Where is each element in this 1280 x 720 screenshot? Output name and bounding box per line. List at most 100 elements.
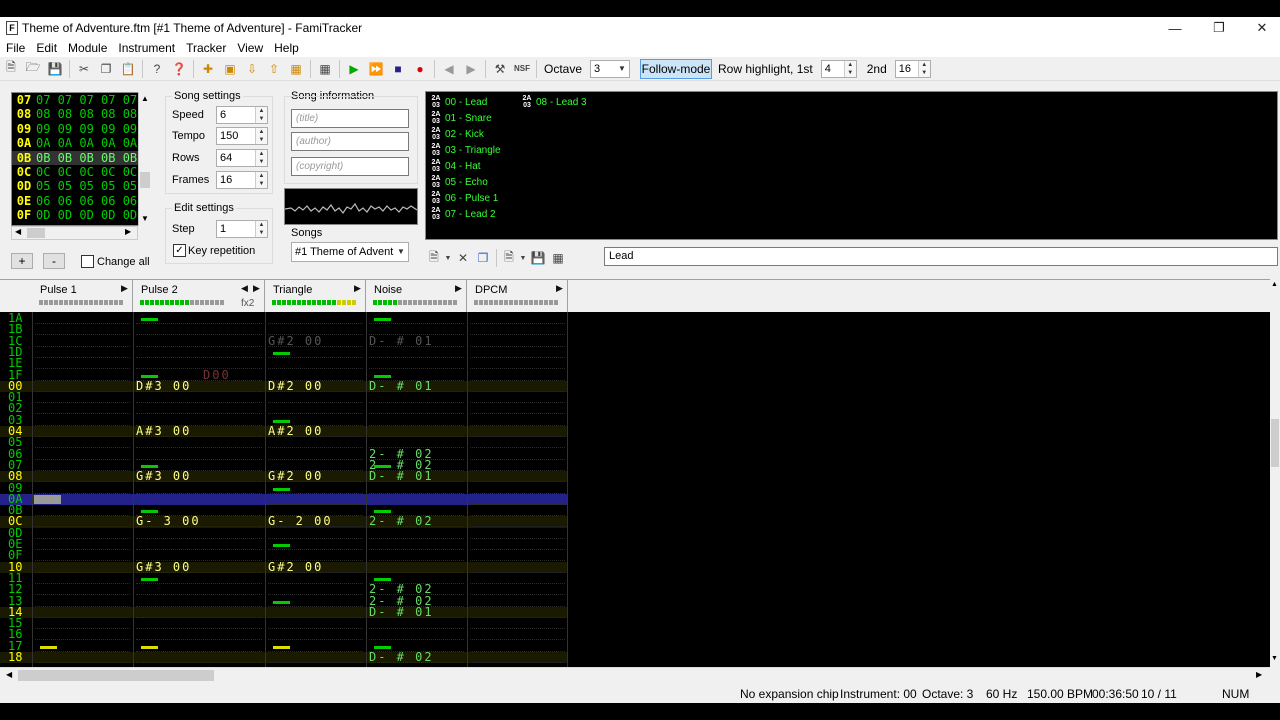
scroll-left-icon[interactable]: ◀ xyxy=(15,227,21,236)
move-frame-up-icon[interactable]: ⇧ xyxy=(263,58,285,80)
stop-icon[interactable]: ■ xyxy=(387,58,409,80)
instrument-item[interactable]: 2A 03 01 - Snare xyxy=(430,110,492,126)
scroll-down-icon[interactable]: ▼ xyxy=(141,214,149,223)
note-cell[interactable]: D- # 02 xyxy=(369,650,434,664)
pattern-horizontal-scrollbar[interactable]: ◀ ▶ xyxy=(0,667,1270,683)
channel-header-dpcm[interactable]: DPCM ▶ xyxy=(467,280,568,313)
channel-header-pulse-1[interactable]: Pulse 1 ▶ xyxy=(32,280,133,313)
spin-arrows-icon[interactable]: ▲ ▼ xyxy=(843,60,856,77)
note-cell[interactable]: D#3 00 xyxy=(136,379,191,393)
frame-row[interactable]: 0C 0C 0C 0C 0C 0C xyxy=(12,165,150,179)
open-folder-icon[interactable]: 🗁 xyxy=(22,58,44,80)
save-instrument-icon[interactable]: 💾 xyxy=(528,247,548,269)
key-repetition-checkbox[interactable]: ✓ xyxy=(173,244,186,257)
menu-help[interactable]: Help xyxy=(268,41,304,55)
pattern-row[interactable]: 1C G#2 00 D- # 01 xyxy=(0,334,568,348)
nsf-icon[interactable]: NSF xyxy=(511,58,533,80)
expand-arrow-icon[interactable]: ▶ xyxy=(354,283,361,294)
menu-instrument[interactable]: Instrument xyxy=(112,41,180,55)
row-highlight-1st-input[interactable]: 4 ▲ ▼ xyxy=(820,59,857,78)
note-cell[interactable]: G#2 00 xyxy=(268,334,323,348)
pattern-row[interactable]: 00 D#3 00 D#2 00 D- # 01 xyxy=(0,379,568,393)
pattern-row[interactable]: 05 xyxy=(0,435,568,449)
frame-row[interactable]: 07 07 07 07 07 07 xyxy=(12,93,150,107)
scroll-down-icon[interactable]: ▼ xyxy=(1271,655,1278,662)
pattern-editor[interactable]: 1A 1B 1C G#2 00 D- # 01 1D 1E 1F D00 00 D#3 00 D#2 … xyxy=(0,312,1270,667)
scroll-right-icon[interactable]: ▶ xyxy=(125,227,131,236)
about-icon[interactable]: ? xyxy=(146,58,168,80)
frame-list[interactable]: 07 07 07 07 07 07 08 08 08 08 08 08 09 09 09 … xyxy=(11,92,151,226)
instrument-name-field[interactable]: Lead xyxy=(604,247,1278,266)
new-file-icon[interactable]: 🗎 xyxy=(0,58,22,80)
settings-icon[interactable]: ⚒ xyxy=(489,58,511,80)
scroll-thumb[interactable] xyxy=(18,670,214,681)
song-copyright-field[interactable]: (copyright) xyxy=(291,157,409,176)
close-button[interactable]: ✕ xyxy=(1240,17,1280,39)
pattern-row[interactable]: 08 G#3 00 G#2 00 D- # 01 xyxy=(0,469,568,483)
load-instrument-icon[interactable]: 🗎 xyxy=(500,247,518,269)
remove-frame-icon[interactable]: ▣ xyxy=(219,58,241,80)
pattern-row[interactable]: 04 A#3 00 A#2 00 xyxy=(0,424,568,438)
expand-arrow-icon[interactable]: ▶ xyxy=(121,283,128,294)
expand-arrow-icon[interactable]: ▶ xyxy=(556,283,563,294)
frame-row[interactable]: 0A 0A 0A 0A 0A 0A xyxy=(12,136,150,150)
menu-tracker[interactable]: Tracker xyxy=(180,41,231,55)
minimize-button[interactable]: — xyxy=(1153,17,1197,39)
spin-arrows-icon[interactable]: ▲ ▼ xyxy=(255,150,267,166)
menu-module[interactable]: Module xyxy=(62,41,112,55)
copy-icon[interactable]: ❐ xyxy=(95,58,117,80)
channel-header-noise[interactable]: Noise ▶ xyxy=(366,280,467,313)
frame-row[interactable]: 0F 0D 0D 0D 0D 0D xyxy=(12,208,150,222)
frame-row[interactable]: 0D 05 05 05 05 05 xyxy=(12,179,150,193)
edit-instrument-icon[interactable]: ▦ xyxy=(548,247,568,269)
pattern-row[interactable]: 0D xyxy=(0,526,568,540)
pattern-row[interactable]: 12 2- # 02 xyxy=(0,582,568,596)
chevron-down-icon[interactable]: ▼ xyxy=(443,247,453,269)
scroll-left-icon[interactable]: ◀ xyxy=(6,670,12,679)
pattern-row[interactable]: 1E xyxy=(0,356,568,370)
step-input[interactable]: 1 ▲ ▼ xyxy=(216,220,268,238)
instrument-item[interactable]: 2A 03 04 - Hat xyxy=(430,158,481,174)
speed-input[interactable]: 6 ▲ ▼ xyxy=(216,106,268,124)
menu-view[interactable]: View xyxy=(231,41,268,55)
note-cell[interactable]: D- # 01 xyxy=(369,379,434,393)
frame-horizontal-scrollbar[interactable]: ◀ ▶ xyxy=(11,226,138,240)
instrument-item[interactable]: 2A 03 00 - Lead xyxy=(430,94,488,110)
song-author-field[interactable]: (author) xyxy=(291,132,409,151)
menu-edit[interactable]: Edit xyxy=(30,41,62,55)
pattern-row[interactable]: 1A xyxy=(0,312,568,325)
pattern-vertical-scrollbar[interactable]: ▲ ▼ xyxy=(1270,279,1280,667)
note-cell[interactable]: 2- # 02 xyxy=(369,514,434,528)
move-frame-down-icon[interactable]: ⇩ xyxy=(241,58,263,80)
pattern-row[interactable]: 15 xyxy=(0,616,568,630)
pattern-row[interactable]: 01 xyxy=(0,390,568,404)
note-cell[interactable]: D- # 01 xyxy=(369,334,434,348)
paste-icon[interactable]: 📋 xyxy=(117,58,139,80)
note-cell[interactable]: G#3 00 xyxy=(136,469,191,483)
pattern-row[interactable]: 18 D- # 02 xyxy=(0,650,568,664)
instrument-item[interactable]: 2A 03 08 - Lead 3 xyxy=(521,94,587,110)
cut-icon[interactable]: ✂ xyxy=(73,58,95,80)
instrument-item[interactable]: 2A 03 07 - Lead 2 xyxy=(430,206,496,222)
follow-mode-button[interactable]: Follow-mode xyxy=(640,58,713,79)
scroll-thumb[interactable] xyxy=(140,172,150,188)
instrument-list[interactable]: 2A 03 00 - Lead 2A 03 01 - Snare 2A 03 02 - K… xyxy=(425,91,1278,240)
spin-arrows-icon[interactable]: ▲ ▼ xyxy=(255,128,267,144)
note-cell[interactable]: G- 3 00 xyxy=(136,514,201,528)
frame-vertical-scrollbar[interactable]: ▲ ▼ xyxy=(138,92,151,226)
frame-row[interactable]: 0B 0B 0B 0B 0B 0B xyxy=(12,150,150,165)
note-cell[interactable]: D- # 01 xyxy=(369,605,434,619)
chevron-down-icon[interactable]: ▼ xyxy=(518,247,528,269)
note-cell[interactable]: G#2 00 xyxy=(268,469,323,483)
duplicate-frame-icon[interactable]: ▦ xyxy=(285,58,307,80)
clone-instrument-icon[interactable]: ❐ xyxy=(473,247,493,269)
pattern-row[interactable]: 0C G- 3 00 G- 2 00 2- # 02 xyxy=(0,514,568,528)
spin-arrows-icon[interactable]: ▲ ▼ xyxy=(255,172,267,188)
restore-button[interactable]: ❐ xyxy=(1197,17,1241,39)
note-cell[interactable]: D- # 01 xyxy=(369,469,434,483)
instrument-item[interactable]: 2A 03 03 - Triangle xyxy=(430,142,501,158)
insert-frame-icon[interactable]: ✚ xyxy=(197,58,219,80)
pattern-row[interactable]: 0A xyxy=(0,492,568,506)
scroll-up-icon[interactable]: ▲ xyxy=(141,94,149,103)
next-song-icon[interactable]: ▶ xyxy=(460,58,482,80)
